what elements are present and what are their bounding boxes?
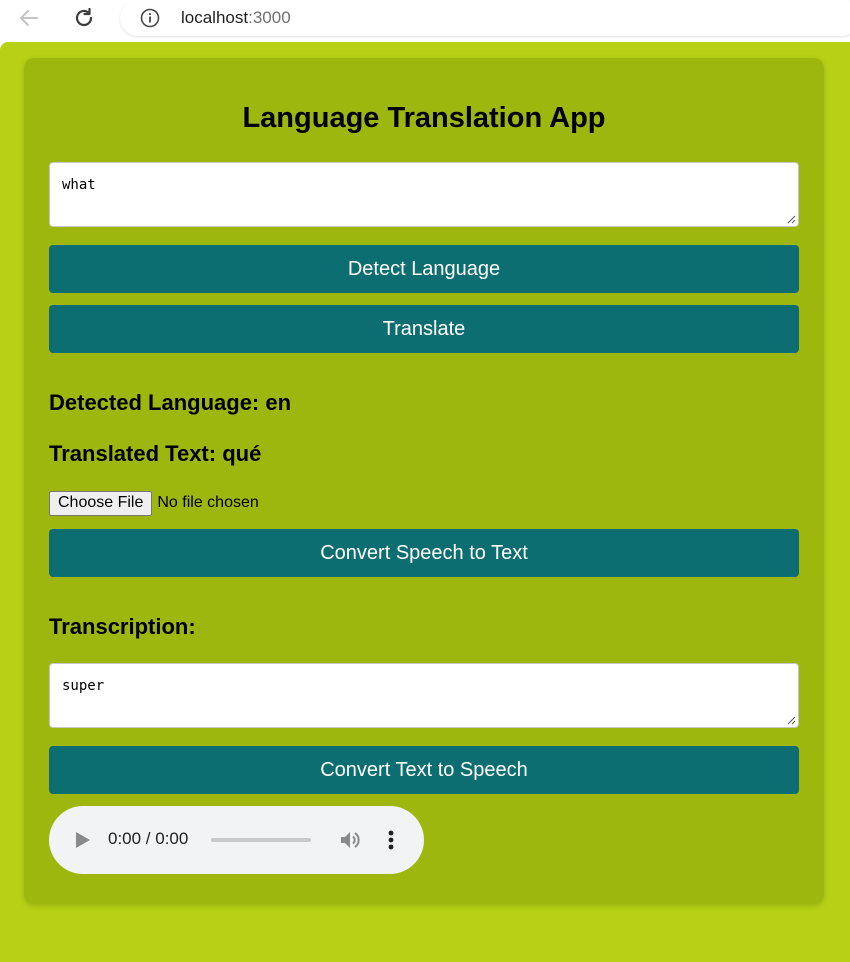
volume-icon[interactable] xyxy=(339,829,361,851)
info-icon[interactable] xyxy=(140,8,160,28)
address-bar[interactable]: localhost:3000 xyxy=(120,0,850,36)
detected-language-text: Detected Language: en xyxy=(49,390,292,415)
resize-grip-icon[interactable] xyxy=(786,715,796,725)
file-input[interactable]: Choose File No file chosen xyxy=(49,490,259,516)
back-button[interactable] xyxy=(14,4,44,32)
source-text-value: what xyxy=(62,177,96,193)
browser-toolbar: localhost:3000 xyxy=(0,0,850,42)
url-host: localhost xyxy=(181,8,249,27)
file-status: No file chosen xyxy=(157,494,259,511)
more-vert-icon[interactable] xyxy=(384,828,398,852)
app-card: Language Translation App what Detect Lan… xyxy=(24,58,824,904)
url-port: :3000 xyxy=(248,8,291,27)
resize-grip-icon[interactable] xyxy=(786,214,796,224)
page-title: Language Translation App xyxy=(242,102,606,134)
transcription-label: Transcription: xyxy=(49,614,196,639)
audio-time: 0:00 / 0:00 xyxy=(108,829,189,848)
page-viewport: Language Translation App what Detect Lan… xyxy=(0,42,850,962)
transcription-value: super xyxy=(62,678,105,694)
choose-file-button[interactable]: Choose File xyxy=(49,490,153,516)
play-icon[interactable] xyxy=(75,831,91,849)
audio-player[interactable]: 0:00 / 0:00 xyxy=(49,806,424,874)
text-to-speech-button[interactable]: Convert Text to Speech xyxy=(49,746,799,794)
translate-button[interactable]: Translate xyxy=(49,305,799,353)
source-text-input[interactable]: what xyxy=(49,162,799,227)
translated-text: Translated Text: qué xyxy=(49,441,262,466)
back-arrow-icon xyxy=(20,10,38,26)
url-text[interactable]: localhost:3000 xyxy=(181,8,291,28)
speech-to-text-button[interactable]: Convert Speech to Text xyxy=(49,529,799,577)
transcription-input[interactable]: super xyxy=(49,663,799,728)
detect-language-button[interactable]: Detect Language xyxy=(49,245,799,293)
reload-icon xyxy=(75,7,93,27)
audio-seek-bar[interactable] xyxy=(211,838,311,842)
reload-button[interactable] xyxy=(69,4,99,32)
